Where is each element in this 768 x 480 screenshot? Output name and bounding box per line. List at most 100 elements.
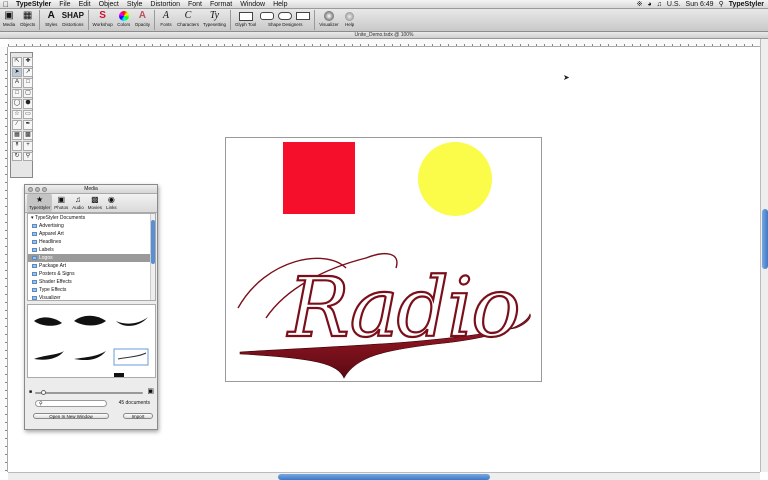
distortions-button[interactable]: SHAP Distortions <box>60 10 85 31</box>
menu-distortion[interactable]: Distortion <box>146 1 184 8</box>
menu-edit[interactable]: Edit <box>75 1 95 8</box>
workshop-button[interactable]: S Workshop <box>91 10 115 31</box>
help-button[interactable]: Help <box>341 10 359 31</box>
thumbnail-swash-2[interactable] <box>74 315 106 326</box>
thumbnail-swash-7[interactable] <box>114 373 124 377</box>
visualizer-button[interactable]: Visualizer <box>317 10 340 31</box>
menu-window[interactable]: Window <box>236 1 269 8</box>
line-tool[interactable]: ⁄ <box>12 120 22 130</box>
eyedropper-tool[interactable]: ↟ <box>12 141 22 151</box>
add-point-tool[interactable]: + <box>23 141 33 151</box>
tree-root[interactable]: ▾ TypeStyler Documents <box>28 214 155 222</box>
tree-item-visualizer[interactable]: Visualizer <box>28 294 155 300</box>
tab-photos[interactable]: ▣ Photos <box>52 194 70 212</box>
thumbnail-size-slider[interactable] <box>35 390 143 395</box>
slider-knob[interactable] <box>41 390 46 395</box>
document-page[interactable]: Radio <box>225 137 542 382</box>
polygon-tool[interactable]: ⬢ <box>23 99 33 109</box>
bluetooth-icon[interactable]: ※ <box>637 0 643 8</box>
search-field[interactable]: ⚲ <box>35 400 107 407</box>
text-frame-tool[interactable]: □ <box>23 78 33 88</box>
clock[interactable]: Sun 6:49 <box>686 1 714 8</box>
styles-button[interactable]: A Styles <box>42 10 60 31</box>
transform-tool[interactable]: ⇱ <box>12 57 22 67</box>
pen-tool[interactable]: ✒ <box>23 120 33 130</box>
wifi-icon[interactable]: ◕ <box>647 1 651 8</box>
grid-tool[interactable]: ▦ <box>12 130 22 140</box>
tree-item-package-art[interactable]: Package Art <box>28 262 155 270</box>
thumbnail-swash-3[interactable] <box>116 317 148 326</box>
horizontal-scroll-thumb[interactable] <box>278 474 490 480</box>
tab-movies[interactable]: ▩ Movies <box>86 194 104 212</box>
direct-select-tool[interactable]: ↗ <box>23 67 33 77</box>
thumbnail-swash-4[interactable] <box>34 351 64 360</box>
close-button[interactable] <box>28 187 33 192</box>
star-tool[interactable]: ☆ <box>12 109 22 119</box>
tab-links[interactable]: ◉ Links <box>104 194 119 212</box>
thumbnail-swash-5[interactable] <box>74 351 106 361</box>
tree-item-shader-effects[interactable]: Shader Effects <box>28 278 155 286</box>
zoom-tool[interactable]: ⚲ <box>23 151 33 161</box>
vertical-ruler[interactable] <box>0 47 8 472</box>
fonts-button[interactable]: A Fonts <box>157 10 175 31</box>
volume-icon[interactable]: ♫ <box>657 1 662 8</box>
thumbnail-swash-1[interactable] <box>34 317 62 326</box>
characters-button[interactable]: C Characters <box>175 10 201 31</box>
zoom-button[interactable] <box>42 187 47 192</box>
horizontal-scrollbar[interactable] <box>8 472 760 480</box>
menu-help[interactable]: Help <box>269 1 291 8</box>
locale-flag[interactable]: U.S. <box>667 1 681 8</box>
menu-style[interactable]: Style <box>123 1 147 8</box>
spotlight-icon[interactable]: ⚲ <box>719 0 724 8</box>
document-title-bar[interactable]: Unite_Demo.tsdx @ 100% <box>0 32 768 39</box>
tree-item-apparel-art[interactable]: Apparel Art <box>28 230 155 238</box>
media-panel-titlebar[interactable]: Media <box>25 185 157 194</box>
rectangle-tool[interactable]: □ <box>12 88 22 98</box>
apple-menu-icon[interactable]:  <box>0 0 12 9</box>
oval-tool[interactable]: ◯ <box>12 99 22 109</box>
minimize-button[interactable] <box>35 187 40 192</box>
tree-scroll-thumb[interactable] <box>151 220 155 264</box>
radio-logo-artwork[interactable]: Radio <box>226 138 543 383</box>
menu-font[interactable]: Font <box>184 1 206 8</box>
tree-item-type-effects[interactable]: Type Effects <box>28 286 155 294</box>
vertical-scroll-thumb[interactable] <box>762 209 768 269</box>
rounded-rectangle-tool[interactable]: ▢ <box>23 88 33 98</box>
tree-item-labels[interactable]: Labels <box>28 246 155 254</box>
gradient-tool[interactable]: ▩ <box>23 130 33 140</box>
menu-file[interactable]: File <box>55 1 74 8</box>
shape-designers-button[interactable]: Shape Designers <box>258 10 312 31</box>
selection-arrow-tool[interactable]: ➤ <box>12 67 22 77</box>
tab-audio[interactable]: ♫ Audio <box>70 194 86 212</box>
objects-button[interactable]: ▦ Objects <box>18 10 37 31</box>
menu-app-name[interactable]: TypeStyler <box>12 1 55 8</box>
tree-item-headlines[interactable]: Headlines <box>28 238 155 246</box>
shape-tool[interactable]: ▭ <box>23 109 33 119</box>
glyph-tool-button[interactable]: Glyph Tool <box>233 10 258 31</box>
tree-item-logos[interactable]: Logos <box>28 254 155 262</box>
horizontal-ruler[interactable] <box>8 39 760 47</box>
tree-item-advertising[interactable]: Advertising <box>28 222 155 230</box>
media-panel-title: Media <box>84 186 98 192</box>
document-tree: ▾ TypeStyler Documents Advertising Appar… <box>27 213 156 301</box>
opacity-button[interactable]: A Opacity <box>133 10 152 31</box>
tree-item-posters-signs[interactable]: Posters & Signs <box>28 270 155 278</box>
vertical-scrollbar[interactable] <box>760 39 768 472</box>
menu-object[interactable]: Object <box>95 1 123 8</box>
menu-app-right[interactable]: TypeStyler <box>729 1 764 8</box>
document-title: Unite_Demo.tsdx @ 100% <box>354 32 414 38</box>
menu-format[interactable]: Format <box>206 1 236 8</box>
typesetting-button[interactable]: Ty Typesetting <box>201 10 228 31</box>
crop-tool[interactable]: ✚ <box>23 57 33 67</box>
colors-button[interactable]: Colors <box>115 10 133 31</box>
tab-typestyler[interactable]: ★ TypeStyler <box>27 194 53 212</box>
open-in-new-window-button[interactable]: Open In New Window <box>33 413 109 419</box>
tree-scrollbar[interactable] <box>150 214 155 300</box>
shape-designers-label: Shape Designers <box>267 22 303 27</box>
rotate-tool[interactable]: ↻ <box>12 151 22 161</box>
import-button[interactable]: Import <box>123 413 153 419</box>
media-button[interactable]: ▣ Media <box>0 10 18 31</box>
thumbnail-swash-6[interactable] <box>113 348 149 366</box>
tree-item-label: Headlines <box>39 239 62 245</box>
text-tool[interactable]: A <box>12 78 22 88</box>
